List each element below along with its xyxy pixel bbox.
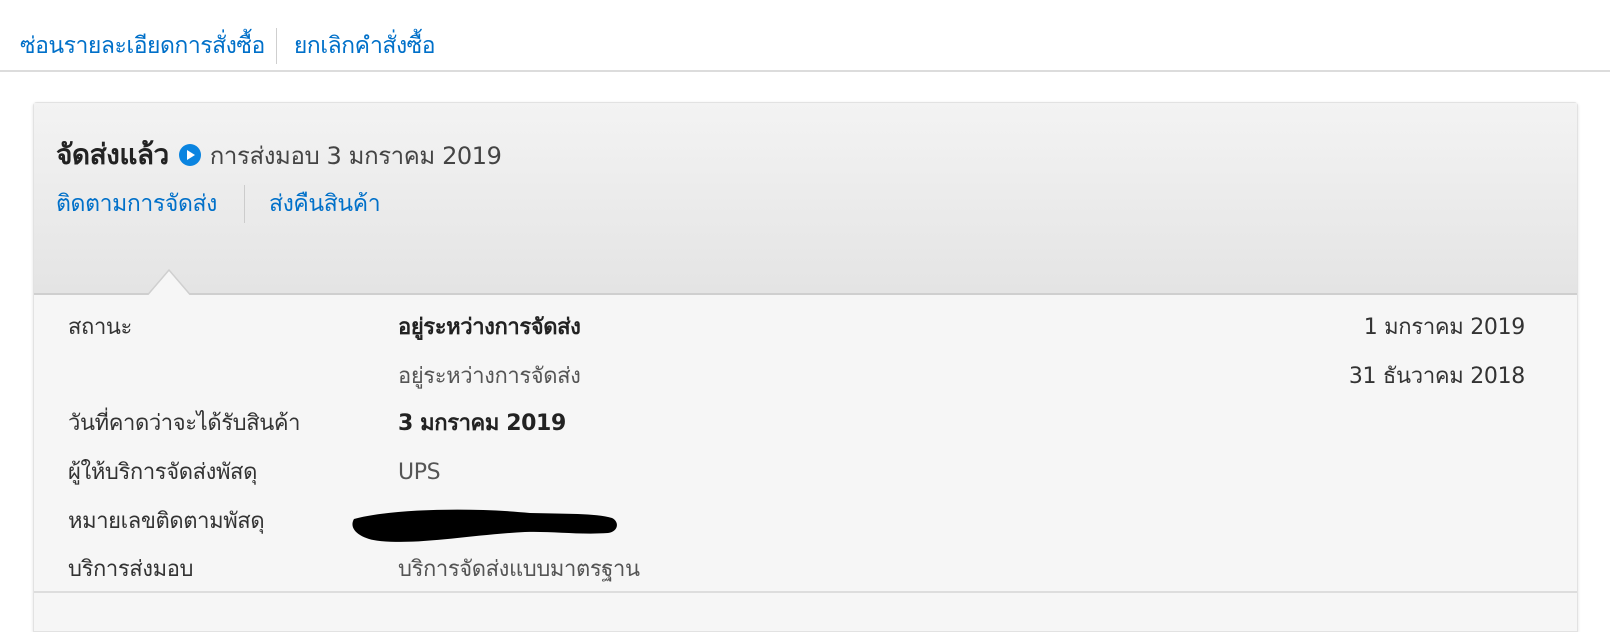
status-row: สถานะ อยู่ระหว่างการจัดส่ง 1 มกราคม 2019 [34, 308, 1577, 348]
shipment-actions: ติดตามการจัดส่ง ส่งคืนสินค้า [56, 185, 381, 223]
shipment-header: จัดส่งแล้ว การส่งมอบ 3 มกราคม 2019 ติดตา… [34, 103, 1577, 298]
service-label: บริการส่งมอบ [68, 557, 194, 582]
service-value: บริการจัดส่งแบบมาตรฐาน [398, 557, 640, 582]
carrier-label: ผู้ให้บริการจัดส่งพัสดุ [68, 460, 257, 485]
status-history-value: อยู่ระหว่างการจัดส่ง [398, 364, 581, 389]
link-divider [275, 28, 277, 64]
link-divider [243, 185, 245, 223]
status-label: สถานะ [68, 315, 132, 340]
shipment-card: จัดส่งแล้ว การส่งมอบ 3 มกราคม 2019 ติดตา… [33, 102, 1578, 632]
play-circle-icon [178, 144, 201, 166]
expected-date-value: 3 มกราคม 2019 [398, 411, 566, 436]
status-history-date: 31 ธันวาคม 2018 [1348, 364, 1525, 389]
tracking-label: หมายเลขติดตามพัสดุ [68, 509, 265, 534]
track-shipment-link[interactable]: ติดตามการจัดส่ง [56, 186, 217, 222]
shipment-status-line: จัดส่งแล้ว การส่งมอบ 3 มกราคม 2019 [56, 133, 502, 177]
return-item-link[interactable]: ส่งคืนสินค้า [269, 186, 381, 222]
expected-date-label: วันที่คาดว่าจะได้รับสินค้า [68, 411, 301, 436]
carrier-row: ผู้ให้บริการจัดส่งพัสดุ UPS [34, 453, 1577, 493]
order-actions: ซ่อนรายละเอียดการสั่งซื้อ ยกเลิกคำสั่งซื… [20, 28, 436, 64]
cancel-order-link[interactable]: ยกเลิกคำสั่งซื้อ [294, 28, 436, 64]
tracking-number-redaction [352, 509, 617, 542]
delivery-date-text: การส่งมอบ 3 มกราคม 2019 [209, 141, 502, 170]
status-value: อยู่ระหว่างการจัดส่ง [398, 315, 581, 340]
header-divider [0, 70, 1610, 72]
carrier-value: UPS [398, 460, 441, 485]
service-row: บริการส่งมอบ บริการจัดส่งแบบมาตรฐาน [34, 550, 1577, 590]
details-bottom-divider [34, 591, 1577, 593]
status-history-row: อยู่ระหว่างการจัดส่ง 31 ธันวาคม 2018 [34, 357, 1577, 397]
hide-order-details-link[interactable]: ซ่อนรายละเอียดการสั่งซื้อ [20, 28, 265, 64]
shipment-status-title: จัดส่งแล้ว [56, 138, 169, 171]
expected-date-row: วันที่คาดว่าจะได้รับสินค้า 3 มกราคม 2019 [34, 404, 1577, 444]
status-date: 1 มกราคม 2019 [1363, 315, 1526, 340]
tracking-row: หมายเลขติดตามพัสดุ [34, 502, 1577, 542]
caret-pointer-icon [144, 266, 194, 298]
